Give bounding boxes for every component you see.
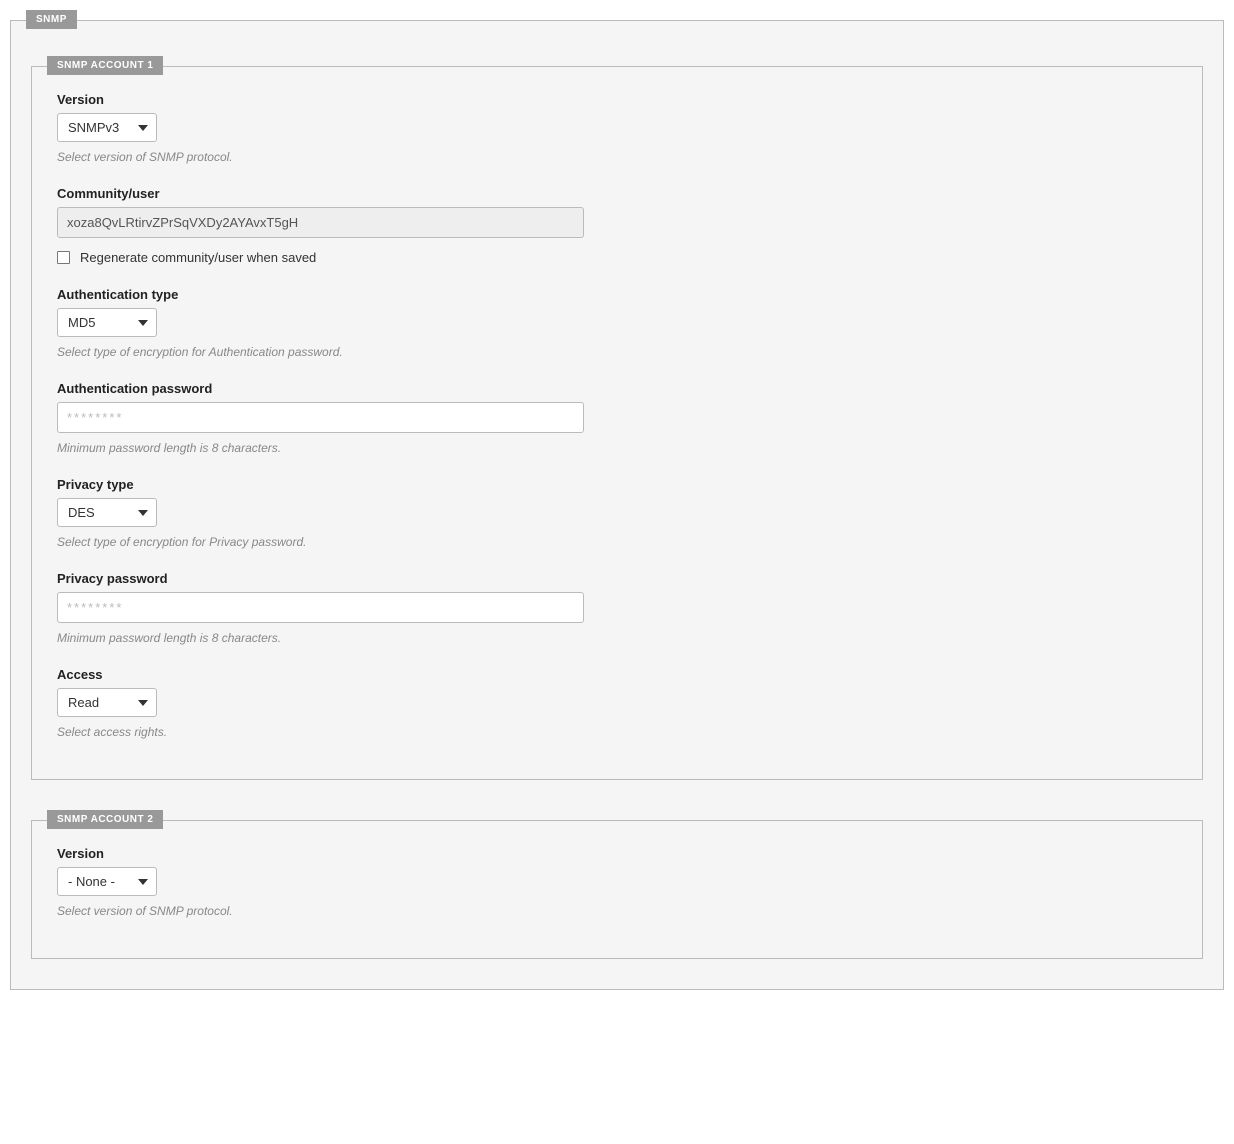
- snmp-account-1-legend: SNMP ACCOUNT 1: [47, 56, 163, 75]
- auth-password-helper: Minimum password length is 8 characters.: [57, 441, 1177, 455]
- snmp-account-2-legend: SNMP ACCOUNT 2: [47, 810, 163, 829]
- version-helper: Select version of SNMP protocol.: [57, 150, 1177, 164]
- version2-select[interactable]: - None -: [57, 867, 157, 896]
- version-label: Version: [57, 92, 1177, 107]
- version2-label: Version: [57, 846, 1177, 861]
- access-field: Access Read Select access rights.: [57, 667, 1177, 739]
- regenerate-row: Regenerate community/user when saved: [57, 250, 1177, 265]
- auth-password-field: Authentication password Minimum password…: [57, 381, 1177, 455]
- auth-type-label: Authentication type: [57, 287, 1177, 302]
- snmp-panel: SNMP SNMP ACCOUNT 1 Version SNMPv3 Selec…: [10, 20, 1224, 990]
- access-label: Access: [57, 667, 1177, 682]
- chevron-down-icon: [138, 510, 148, 516]
- version2-field: Version - None - Select version of SNMP …: [57, 846, 1177, 918]
- version2-helper: Select version of SNMP protocol.: [57, 904, 1177, 918]
- auth-type-helper: Select type of encryption for Authentica…: [57, 345, 1177, 359]
- auth-password-input[interactable]: [57, 402, 584, 433]
- chevron-down-icon: [138, 125, 148, 131]
- snmp-account-2-panel: SNMP ACCOUNT 2 Version - None - Select v…: [31, 820, 1203, 959]
- auth-type-field: Authentication type MD5 Select type of e…: [57, 287, 1177, 359]
- access-select[interactable]: Read: [57, 688, 157, 717]
- privacy-type-field: Privacy type DES Select type of encrypti…: [57, 477, 1177, 549]
- community-input[interactable]: [57, 207, 584, 238]
- community-field: Community/user Regenerate community/user…: [57, 186, 1177, 265]
- version-select[interactable]: SNMPv3: [57, 113, 157, 142]
- auth-type-select-value: MD5: [68, 315, 95, 330]
- privacy-password-input[interactable]: [57, 592, 584, 623]
- privacy-password-field: Privacy password Minimum password length…: [57, 571, 1177, 645]
- privacy-password-helper: Minimum password length is 8 characters.: [57, 631, 1177, 645]
- chevron-down-icon: [138, 700, 148, 706]
- regenerate-checkbox[interactable]: [57, 251, 70, 264]
- privacy-type-helper: Select type of encryption for Privacy pa…: [57, 535, 1177, 549]
- snmp-account-1-panel: SNMP ACCOUNT 1 Version SNMPv3 Select ver…: [31, 66, 1203, 780]
- version2-select-value: - None -: [68, 874, 115, 889]
- auth-password-label: Authentication password: [57, 381, 1177, 396]
- regenerate-label: Regenerate community/user when saved: [80, 250, 316, 265]
- privacy-type-select[interactable]: DES: [57, 498, 157, 527]
- access-select-value: Read: [68, 695, 99, 710]
- chevron-down-icon: [138, 879, 148, 885]
- version-select-value: SNMPv3: [68, 120, 119, 135]
- version-field: Version SNMPv3 Select version of SNMP pr…: [57, 92, 1177, 164]
- auth-type-select[interactable]: MD5: [57, 308, 157, 337]
- chevron-down-icon: [138, 320, 148, 326]
- privacy-type-select-value: DES: [68, 505, 95, 520]
- access-helper: Select access rights.: [57, 725, 1177, 739]
- privacy-password-label: Privacy password: [57, 571, 1177, 586]
- community-label: Community/user: [57, 186, 1177, 201]
- snmp-panel-legend: SNMP: [26, 10, 77, 29]
- privacy-type-label: Privacy type: [57, 477, 1177, 492]
